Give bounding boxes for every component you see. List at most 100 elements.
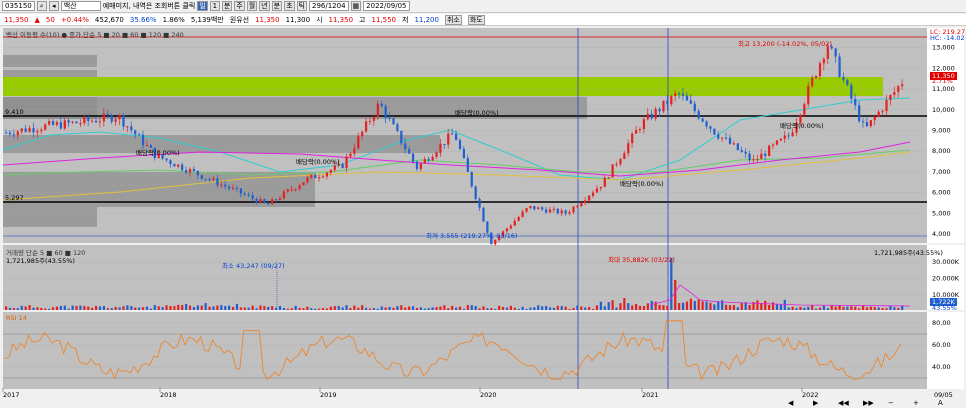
volume-bar xyxy=(783,299,786,310)
scroll-control-icon[interactable]: − xyxy=(888,399,894,407)
period-count[interactable]: 1 xyxy=(209,1,220,11)
candle-body xyxy=(458,140,462,149)
candle-body xyxy=(353,148,356,154)
candle-body xyxy=(372,116,376,121)
up-arrow-icon: ▲ xyxy=(34,15,40,24)
amount: 5,139백만 xyxy=(190,15,224,24)
candle-body xyxy=(779,138,782,141)
scroll-control-icon[interactable]: ◀◀ xyxy=(838,399,849,407)
candle-body xyxy=(48,121,51,125)
volume-bar xyxy=(623,298,626,310)
volume-bar xyxy=(580,306,583,310)
period-month[interactable]: 월 xyxy=(246,1,258,11)
candle-body xyxy=(196,170,199,176)
candle-body xyxy=(607,177,610,179)
cancel-button[interactable]: 취소 xyxy=(444,14,462,25)
candle-body xyxy=(51,121,55,125)
candle-body xyxy=(877,111,880,117)
volume-bar xyxy=(552,307,556,310)
volume-bar xyxy=(756,300,759,310)
volume-bar xyxy=(768,304,771,310)
candle-body xyxy=(40,129,43,131)
candle-body xyxy=(811,77,814,86)
volume-bar xyxy=(662,305,665,310)
candle-body xyxy=(725,137,728,139)
candle-body xyxy=(396,124,399,131)
scroll-control-icon[interactable]: + xyxy=(913,399,919,407)
dividend-label: 배당락(0.00%) xyxy=(620,180,664,188)
volume-bar xyxy=(490,308,493,310)
scroll-control-icon[interactable]: ▶ xyxy=(813,399,819,407)
volume-bar xyxy=(858,308,861,310)
date-field[interactable]: 2022/09/05 xyxy=(363,1,410,11)
candle-body xyxy=(482,207,485,222)
candle-body xyxy=(447,133,450,145)
candle-body xyxy=(658,108,661,112)
candle-body xyxy=(768,145,771,156)
candle-body xyxy=(271,199,274,205)
volume-bar xyxy=(208,306,211,310)
candle-body xyxy=(235,187,239,189)
volume-bar xyxy=(568,308,571,310)
period-minute[interactable]: 분 xyxy=(271,1,283,11)
volume-bar xyxy=(548,307,552,310)
candle-body xyxy=(329,170,332,173)
candle-body xyxy=(846,79,849,86)
scroll-control-icon[interactable]: ▶▶ xyxy=(863,399,874,407)
volume-right-pct: 43.55% xyxy=(932,304,957,312)
volume-bar xyxy=(615,307,618,310)
volume-bar xyxy=(431,307,434,310)
volume-bar xyxy=(850,306,853,310)
volume-bar xyxy=(693,300,696,310)
volume-bar xyxy=(376,308,379,310)
volume-bar xyxy=(192,307,196,310)
volume-bar xyxy=(255,308,258,310)
candle-body xyxy=(177,164,180,167)
stock-name-field[interactable]: 백산 xyxy=(60,1,101,11)
volume-bar xyxy=(439,306,442,310)
screen-button[interactable]: 화도 xyxy=(467,14,485,25)
volume-bar xyxy=(177,304,180,310)
candle-body xyxy=(650,113,653,119)
period-tick[interactable]: 틱 xyxy=(296,1,307,11)
period-min[interactable]: 분 xyxy=(221,1,233,11)
calendar-icon[interactable]: ▦ xyxy=(350,1,362,11)
period-second[interactable]: 초 xyxy=(284,1,295,11)
dividend-label: 배당락(0.00%) xyxy=(296,158,340,166)
volume-bar xyxy=(141,307,145,310)
prev-icon[interactable]: ◂ xyxy=(48,1,59,11)
price-ytick: 13,000 xyxy=(932,44,955,52)
candle-body xyxy=(357,136,360,149)
stock-code-input[interactable]: 035150 xyxy=(2,1,35,11)
volume-bar xyxy=(286,308,289,310)
candle-body xyxy=(294,188,297,190)
volume-bar xyxy=(779,304,782,310)
candle-body xyxy=(220,184,223,186)
candle-body xyxy=(494,239,497,245)
volume-bar xyxy=(670,258,673,310)
search-icon[interactable]: ⌕ xyxy=(36,1,47,11)
volume-bar xyxy=(98,306,102,310)
volume-bar xyxy=(650,300,653,310)
candle-body xyxy=(509,225,512,229)
scroll-control-icon[interactable]: A xyxy=(938,399,943,407)
volume-bar xyxy=(231,306,235,310)
period-week[interactable]: 주 xyxy=(234,1,245,11)
stock-chart[interactable]: 13,00012,00011,00010,0009,0008,0007,0006… xyxy=(0,27,966,408)
count-field[interactable]: 296/1204 xyxy=(308,1,349,11)
candle-body xyxy=(756,159,759,161)
volume-bar xyxy=(220,305,223,310)
candle-body xyxy=(71,121,74,123)
volume-bar xyxy=(392,307,395,310)
candle-body xyxy=(584,200,587,204)
volume-bar xyxy=(329,306,332,310)
period-day[interactable]: 일 xyxy=(197,1,208,11)
scroll-control-icon[interactable]: ◀ xyxy=(788,399,794,407)
hint-text: 예매미지, 내역은 조회버튼 클릭 xyxy=(102,2,196,10)
candle-body xyxy=(349,153,352,157)
period-year[interactable]: 년 xyxy=(259,1,270,11)
volume-bar xyxy=(185,303,188,310)
volume-ytick: 30.000K xyxy=(932,258,960,266)
volume-right-value: 1,721,985주(43.55%) xyxy=(874,249,943,257)
volume-bar xyxy=(28,305,31,310)
